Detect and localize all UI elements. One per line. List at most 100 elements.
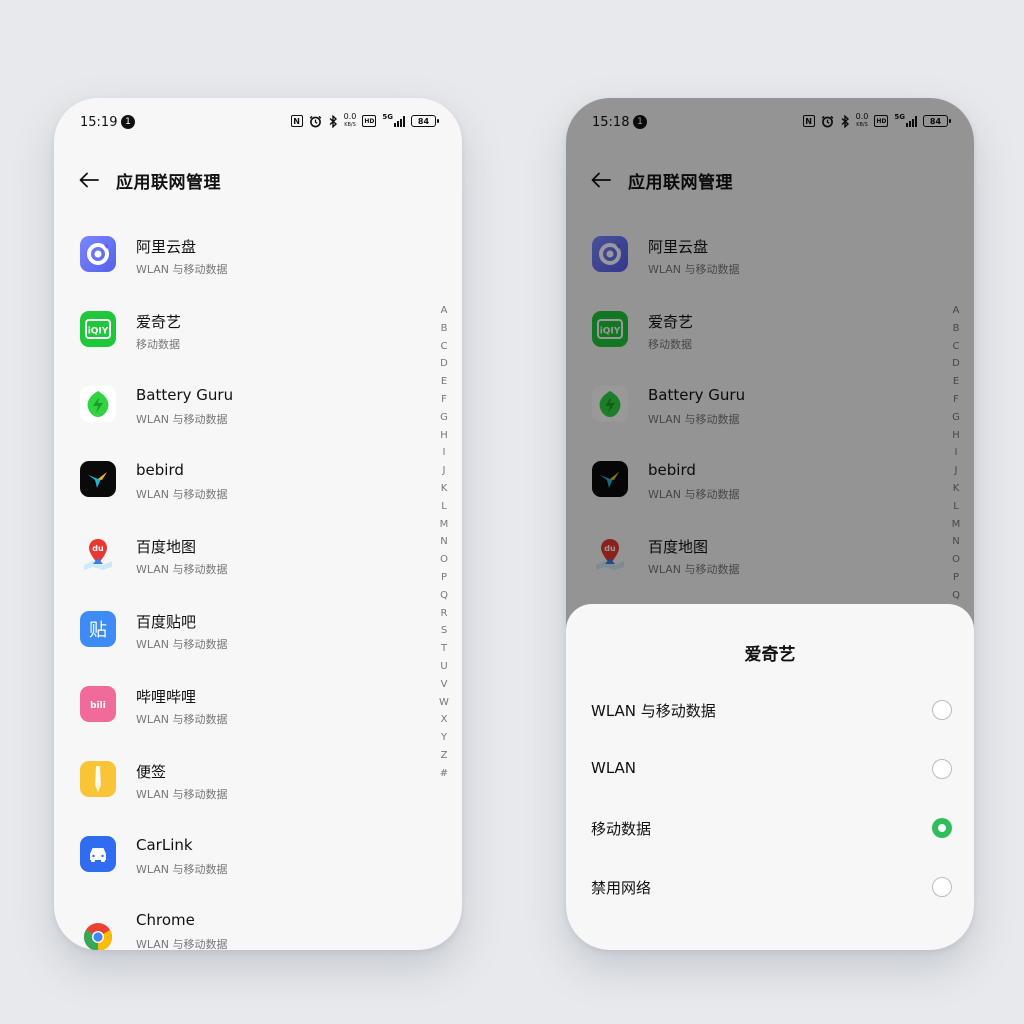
baidu-map-icon: du	[80, 536, 116, 572]
svg-text:du: du	[92, 544, 104, 553]
app-name: CarLink	[136, 836, 193, 854]
alphabet-index-letter[interactable]: Q	[440, 587, 448, 605]
network-speed-unit: KB/S	[344, 122, 356, 128]
app-network-mode: WLAN 与移动数据	[136, 563, 228, 576]
alphabet-index-letter[interactable]: T	[441, 640, 447, 658]
alphabet-index-letter[interactable]: F	[441, 391, 447, 409]
aliyun-drive-icon	[80, 236, 116, 272]
alphabet-index-letter[interactable]: #	[440, 765, 448, 783]
alphabet-index-letter[interactable]: Z	[441, 747, 448, 765]
notes-icon	[80, 761, 116, 797]
list-item-chrome[interactable]: Chrome WLAN 与移动数据	[80, 909, 400, 950]
app-name: 爱奇艺	[136, 313, 182, 331]
chrome-icon	[80, 919, 116, 950]
option-label: WLAN	[591, 759, 637, 777]
radio-button-selected[interactable]	[932, 818, 952, 838]
alphabet-index-letter[interactable]: D	[440, 355, 448, 373]
list-item-carlink[interactable]: CarLink WLAN 与移动数据	[80, 834, 400, 894]
alphabet-index-letter[interactable]: K	[441, 480, 448, 498]
app-name: 哔哩哔哩	[136, 688, 197, 706]
list-item-notes[interactable]: 便签 WLAN 与移动数据	[80, 759, 400, 819]
option-disable-network[interactable]: 禁用网络	[591, 867, 952, 907]
list-item-baidu-tieba[interactable]: 贴 百度贴吧 WLAN 与移动数据	[80, 609, 400, 669]
alphabet-index-letter[interactable]: R	[441, 605, 448, 623]
alphabet-index-letter[interactable]: G	[440, 409, 448, 427]
option-mobile-data[interactable]: 移动数据	[591, 808, 952, 848]
alphabet-index-letter[interactable]: V	[441, 676, 448, 694]
option-label: WLAN 与移动数据	[591, 702, 716, 720]
baidu-tieba-icon: 贴	[80, 611, 116, 647]
svg-text:iQIY: iQIY	[88, 327, 109, 337]
list-item-bebird[interactable]: bebird WLAN 与移动数据	[80, 459, 400, 519]
back-arrow-icon[interactable]	[78, 169, 100, 191]
alphabet-index-letter[interactable]: S	[441, 622, 447, 640]
sheet-title: 爱奇艺	[744, 645, 796, 665]
app-network-mode: WLAN 与移动数据	[136, 788, 228, 801]
alphabet-index-letter[interactable]: O	[440, 551, 448, 569]
bilibili-icon: bili	[80, 686, 116, 722]
app-network-mode: WLAN 与移动数据	[136, 938, 228, 950]
alphabet-index-letter[interactable]: E	[441, 373, 447, 391]
svg-text:贴: 贴	[89, 620, 107, 641]
app-network-management-screen: 15:19 1 N 0.0 KB/S HD 5G 84 应用联网管理 阿里云盘 …	[54, 98, 462, 950]
alphabet-index-letter[interactable]: H	[440, 427, 448, 445]
app-network-mode: WLAN 与移动数据	[136, 638, 228, 651]
page-header: 应用联网管理	[78, 166, 221, 194]
status-icons: N 0.0 KB/S HD 5G 84	[290, 113, 439, 129]
alphabet-index-letter[interactable]: L	[441, 498, 447, 516]
battery-guru-icon	[80, 386, 116, 422]
app-network-mode: WLAN 与移动数据	[136, 413, 228, 426]
list-item-aliyun-drive[interactable]: 阿里云盘 WLAN 与移动数据	[80, 234, 400, 294]
alphabet-index-letter[interactable]: A	[441, 302, 448, 320]
list-item-bilibili[interactable]: bili 哔哩哔哩 WLAN 与移动数据	[80, 684, 400, 744]
alphabet-index-letter[interactable]: I	[443, 444, 446, 462]
alphabet-index-letter[interactable]: U	[440, 658, 447, 676]
app-name: 百度地图	[136, 538, 197, 556]
app-network-mode: WLAN 与移动数据	[136, 863, 228, 876]
alphabet-index-letter[interactable]: J	[443, 462, 446, 480]
alphabet-index-letter[interactable]: P	[441, 569, 447, 587]
network-speed-value: 0.0	[343, 112, 357, 121]
alphabet-index-letter[interactable]: W	[439, 694, 449, 712]
list-item-baidu-map[interactable]: du 百度地图 WLAN 与移动数据	[80, 534, 400, 594]
page-title: 应用联网管理	[116, 172, 221, 193]
svg-text:bili: bili	[90, 701, 106, 711]
alphabet-index-letter[interactable]: N	[440, 533, 447, 551]
phone-screen-right: 15:18 1 N 0.0 KB/S HD 5G 84 应用联网管理 阿里云盘 …	[566, 98, 974, 950]
app-network-mode: WLAN 与移动数据	[136, 263, 228, 276]
network-type: 5G	[382, 113, 393, 121]
network-mode-sheet: 爱奇艺 WLAN 与移动数据 WLAN 移动数据 禁用网络	[566, 604, 974, 950]
option-label: 禁用网络	[591, 879, 652, 897]
option-wlan-and-mobile[interactable]: WLAN 与移动数据	[591, 690, 952, 730]
bebird-icon	[80, 461, 116, 497]
option-wlan[interactable]: WLAN	[591, 749, 952, 789]
radio-button[interactable]	[932, 700, 952, 720]
app-name: bebird	[136, 461, 184, 479]
status-time: 15:19	[80, 115, 118, 130]
app-name: 便签	[136, 763, 167, 781]
hd-icon: HD	[362, 115, 377, 127]
alphabet-index-letter[interactable]: Y	[441, 729, 447, 747]
radio-button[interactable]	[932, 759, 952, 779]
app-network-mode: WLAN 与移动数据	[136, 488, 228, 501]
alphabet-index-letter[interactable]: X	[441, 711, 448, 729]
notification-badge: 1	[121, 115, 135, 129]
alarm-icon	[309, 113, 322, 129]
phone-screen-left: 15:19 1 N 0.0 KB/S HD 5G 84 应用联网管理 阿里云盘 …	[54, 98, 462, 950]
option-label: 移动数据	[591, 820, 652, 838]
app-name: Chrome	[136, 911, 195, 929]
radio-button[interactable]	[932, 877, 952, 897]
alphabet-index-letter[interactable]: M	[440, 516, 449, 534]
carlink-icon	[80, 836, 116, 872]
list-item-iqiyi[interactable]: iQIY 爱奇艺 移动数据	[80, 309, 400, 369]
app-name: 阿里云盘	[136, 238, 197, 256]
status-bar: 15:19 1 N 0.0 KB/S HD 5G 84	[54, 98, 462, 146]
alphabet-index-letter[interactable]: B	[441, 320, 448, 338]
alphabet-index[interactable]: A B C D E F G H I J K L M N O P Q R S T U V W X Y Z #	[438, 302, 450, 783]
alphabet-index-letter[interactable]: C	[441, 338, 448, 356]
battery-icon: 84	[411, 115, 439, 127]
app-name: 百度贴吧	[136, 613, 197, 631]
network-speed: 0.0 KB/S	[344, 113, 357, 129]
signal-icon: 5G	[382, 113, 405, 129]
list-item-battery-guru[interactable]: Battery Guru WLAN 与移动数据	[80, 384, 400, 444]
